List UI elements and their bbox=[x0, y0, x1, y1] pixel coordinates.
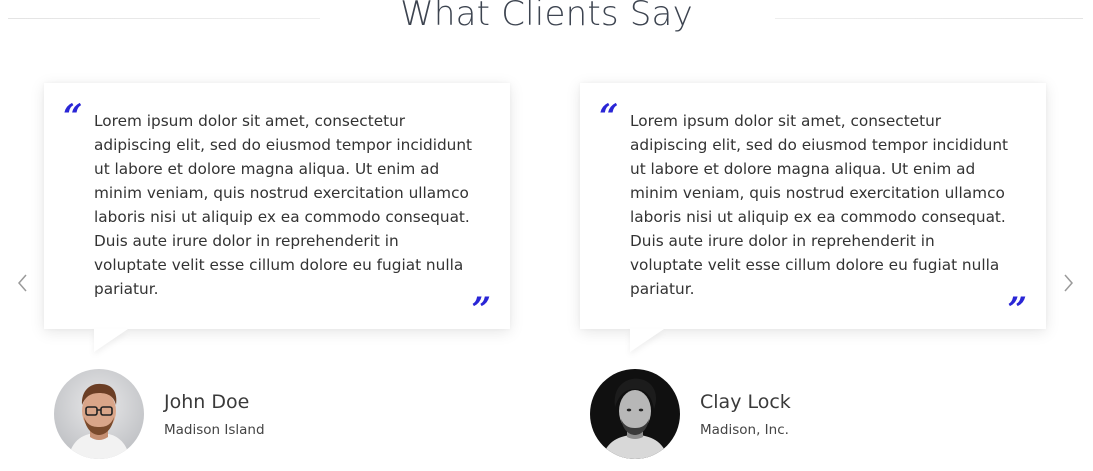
quote-close-icon: ” bbox=[471, 290, 491, 330]
testimonial-text: Lorem ipsum dolor sit amet, consectetur … bbox=[630, 112, 1009, 298]
author-company: Madison, Inc. bbox=[700, 422, 789, 438]
carousel-next-button[interactable] bbox=[1061, 270, 1077, 296]
speech-bubble-tail bbox=[94, 329, 128, 352]
quote-open-icon: “ bbox=[63, 97, 83, 137]
testimonial-text: Lorem ipsum dolor sit amet, consectetur … bbox=[94, 112, 473, 298]
chevron-left-icon bbox=[18, 274, 27, 292]
avatar bbox=[590, 369, 680, 459]
author-company: Madison Island bbox=[164, 422, 265, 438]
testimonial-author: John Doe Madison Island bbox=[54, 369, 354, 461]
section-heading: What Clients Say bbox=[0, 0, 1093, 50]
testimonial-card: “ Lorem ipsum dolor sit amet, consectetu… bbox=[44, 83, 510, 352]
quote-close-icon: ” bbox=[1007, 290, 1027, 330]
author-name: John Doe bbox=[164, 391, 250, 413]
avatar bbox=[54, 369, 144, 459]
testimonial-author: Clay Lock Madison, Inc. bbox=[590, 369, 890, 461]
author-name: Clay Lock bbox=[700, 391, 791, 413]
section-title: What Clients Say bbox=[400, 0, 693, 34]
quote-open-icon: “ bbox=[599, 97, 619, 137]
chevron-right-icon bbox=[1064, 274, 1073, 292]
speech-bubble-tail bbox=[630, 329, 664, 352]
carousel-prev-button[interactable] bbox=[14, 270, 30, 296]
testimonial-card: “ Lorem ipsum dolor sit amet, consectetu… bbox=[580, 83, 1046, 352]
